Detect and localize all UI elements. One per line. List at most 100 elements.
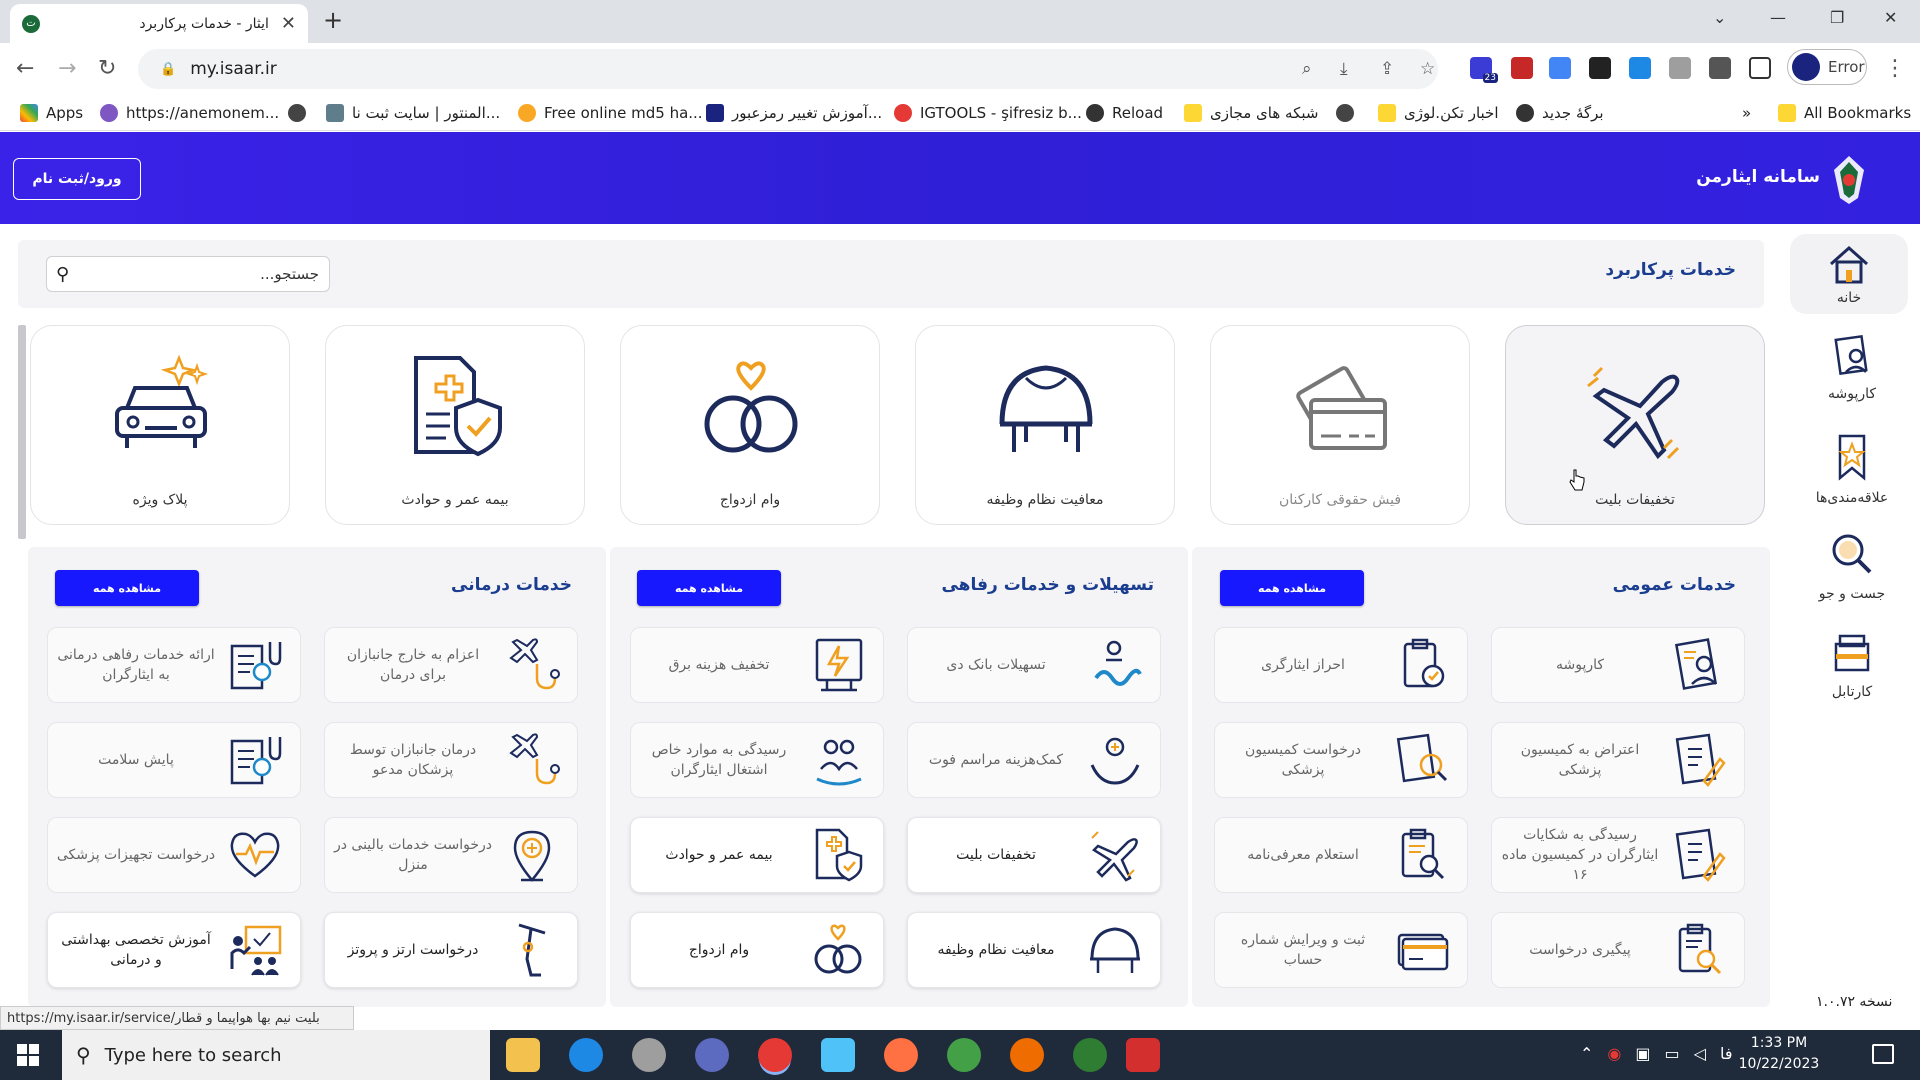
featured-card-payslip[interactable]: فیش حقوقی کارکنان: [1210, 325, 1470, 525]
service-item[interactable]: درخواست تجهیزات پزشکی: [47, 817, 301, 893]
service-item[interactable]: تخفیف هزینه برق: [630, 627, 884, 703]
service-item[interactable]: تسهیلات بانک دی: [907, 627, 1161, 703]
restore-button[interactable]: ❐: [1830, 8, 1844, 27]
bookmark-social[interactable]: شبکه های مجازی: [1184, 104, 1318, 122]
close-tab-icon[interactable]: ✕: [281, 13, 296, 34]
reload-icon[interactable]: ↻: [98, 56, 116, 81]
new-tab-button[interactable]: +: [323, 6, 343, 34]
network-icon[interactable]: ▭: [1665, 1044, 1680, 1063]
app-icon[interactable]: [1073, 1038, 1107, 1072]
sidebar-item-kartabl[interactable]: کارتابل: [1784, 628, 1920, 700]
service-item[interactable]: اعزام به خارج جانبازان برای درمان: [324, 627, 578, 703]
bookmark-apps[interactable]: Apps: [20, 104, 83, 122]
firefox-icon[interactable]: [884, 1038, 918, 1072]
featured-card-marriage-loan[interactable]: وام ازدواج: [620, 325, 880, 525]
puzzle-extensions-icon[interactable]: [1709, 57, 1731, 79]
service-item[interactable]: پیگیری درخواست: [1491, 912, 1745, 988]
login-register-button[interactable]: ورود/ثبت نام: [13, 158, 141, 200]
sidebar-item-search[interactable]: جست و جو: [1784, 530, 1920, 602]
bookmark-anemone[interactable]: https://anemonem...: [100, 104, 279, 122]
bookmarks-overflow-icon[interactable]: »: [1742, 104, 1751, 122]
service-item[interactable]: احراز ایثارگری: [1214, 627, 1468, 703]
camera-icon[interactable]: ▣: [1635, 1044, 1650, 1063]
bookmark-globe[interactable]: [288, 104, 314, 122]
service-item[interactable]: ثبت و ویرایش شماره حساب: [1214, 912, 1468, 988]
side-panel-icon[interactable]: [1749, 57, 1771, 79]
featured-card-ticket-discount[interactable]: تخفیفات بلیت: [1505, 325, 1765, 525]
service-item[interactable]: وام ازدواج: [630, 912, 884, 988]
mail-extension-icon[interactable]: [1589, 57, 1611, 79]
install-app-icon[interactable]: ⤓: [1340, 59, 1348, 79]
bookmark-new-tab[interactable]: برگهٔ جدید: [1516, 104, 1604, 122]
seo-extension-icon[interactable]: [1511, 57, 1533, 79]
bookmark-all[interactable]: All Bookmarks: [1778, 104, 1911, 122]
bookmark-star-icon[interactable]: ☆: [1420, 59, 1435, 79]
paint-icon[interactable]: [632, 1038, 666, 1072]
menu-kebab-icon[interactable]: ⋮: [1884, 56, 1906, 81]
tray-chevron-icon[interactable]: ⌃: [1580, 1044, 1593, 1063]
service-item[interactable]: درخواست خدمات بالینی در منزل: [324, 817, 578, 893]
sidebar-item-home[interactable]: خانه: [1790, 234, 1908, 314]
app-icon[interactable]: [1126, 1038, 1160, 1072]
file-explorer-icon[interactable]: [506, 1038, 540, 1072]
edge-icon[interactable]: [569, 1038, 603, 1072]
service-item[interactable]: آموزش تخصصی بهداشتی و درمانی: [47, 912, 301, 988]
featured-card-special-plate[interactable]: پلاک ویژه: [30, 325, 290, 525]
download-extension-icon[interactable]: [1629, 57, 1651, 79]
extension-icon[interactable]: 23: [1470, 57, 1498, 83]
notepad-icon[interactable]: [821, 1038, 855, 1072]
tab-search-chevron-icon[interactable]: ⌄: [1713, 8, 1726, 27]
translate-extension-icon[interactable]: [1549, 57, 1571, 79]
close-window-button[interactable]: ✕: [1884, 8, 1897, 27]
service-item[interactable]: ارائه خدمات رفاهی درمانی به ایثارگران: [47, 627, 301, 703]
search-input[interactable]: جستجو...: [46, 256, 330, 292]
service-item[interactable]: درخواست کمیسیون پزشکی: [1214, 722, 1468, 798]
chrome-icon[interactable]: [758, 1038, 792, 1072]
service-item[interactable]: استعلام معرفی‌نامه: [1214, 817, 1468, 893]
taskbar-clock[interactable]: 1:33 PM 10/22/2023: [1734, 1033, 1824, 1075]
app-icon[interactable]: [695, 1038, 729, 1072]
sidebar-item-kartpusheh[interactable]: کارپوشه: [1784, 334, 1920, 402]
featured-card-life-insurance[interactable]: بیمه عمر و حوادث: [325, 325, 585, 525]
bookmark-reload[interactable]: Reload: [1086, 104, 1163, 122]
service-item[interactable]: معافیت نظام وظیفه: [907, 912, 1161, 988]
windows-start-icon[interactable]: [16, 1043, 40, 1067]
carousel-scroll-indicator[interactable]: [18, 325, 26, 539]
forward-arrow-icon[interactable]: →: [58, 56, 76, 81]
service-item[interactable]: درمان جانبازان توسط پزشکان مدعو: [324, 722, 578, 798]
shield-extension-icon[interactable]: [1669, 57, 1691, 79]
service-item[interactable]: رسیدگی به شکایات ایثارگران در کمیسیون ما…: [1491, 817, 1745, 893]
see-all-button-general[interactable]: مشاهده همه: [1220, 570, 1364, 606]
share-icon[interactable]: ⇪: [1380, 59, 1394, 79]
bookmark-globe-2[interactable]: [1336, 104, 1362, 122]
service-item[interactable]: درخواست ارتز و پروتز: [324, 912, 578, 988]
search-icon[interactable]: ⚲: [56, 264, 69, 285]
language-indicator[interactable]: فا: [1720, 1044, 1733, 1063]
bookmark-password[interactable]: آموزش تغییر رمزعبور...: [706, 104, 882, 122]
browser-tab[interactable]: ت ایثار - خدمات پرکاربرد ✕: [10, 4, 308, 43]
service-item[interactable]: رسیدگی به موارد خاص اشتغال ایثارگران: [630, 722, 884, 798]
address-bar[interactable]: 🔒 my.isaar.ir ⌕ ⤓ ⇪ ☆: [138, 49, 1438, 89]
notification-icon[interactable]: [1872, 1044, 1894, 1064]
service-item[interactable]: بیمه عمر و حوادث: [630, 817, 884, 893]
featured-card-military-exemption[interactable]: معافیت نظام وظیفه: [915, 325, 1175, 525]
see-all-button-medical[interactable]: مشاهده همه: [55, 570, 199, 606]
chrome-alt-icon[interactable]: [947, 1038, 981, 1072]
bookmark-elementor[interactable]: المنتور | سایت ثبت نا...: [326, 104, 500, 122]
profile-button[interactable]: Error: [1787, 49, 1867, 85]
service-item[interactable]: پایش سلامت: [47, 722, 301, 798]
minimize-button[interactable]: —: [1770, 8, 1786, 27]
service-item[interactable]: اعتراض به کمیسیون پزشکی: [1491, 722, 1745, 798]
app-icon[interactable]: [1010, 1038, 1044, 1072]
back-arrow-icon[interactable]: ←: [16, 56, 34, 81]
service-item[interactable]: کمک‌هزینه مراسم فوت: [907, 722, 1161, 798]
sidebar-item-favorites[interactable]: علاقه‌مندی‌ها: [1784, 432, 1920, 506]
taskbar-search[interactable]: ⚲ Type here to search: [62, 1030, 490, 1080]
zoom-search-icon[interactable]: ⌕: [1302, 59, 1312, 79]
bookmark-tech-news[interactable]: اخبار تکن.لوژی: [1378, 104, 1499, 122]
service-item[interactable]: کارپوشه: [1491, 627, 1745, 703]
volume-icon[interactable]: ◁: [1694, 1044, 1706, 1063]
see-all-button-welfare[interactable]: مشاهده همه: [637, 570, 781, 606]
record-icon[interactable]: ◉: [1607, 1044, 1621, 1063]
bookmark-md5[interactable]: Free online md5 ha...: [518, 104, 703, 122]
